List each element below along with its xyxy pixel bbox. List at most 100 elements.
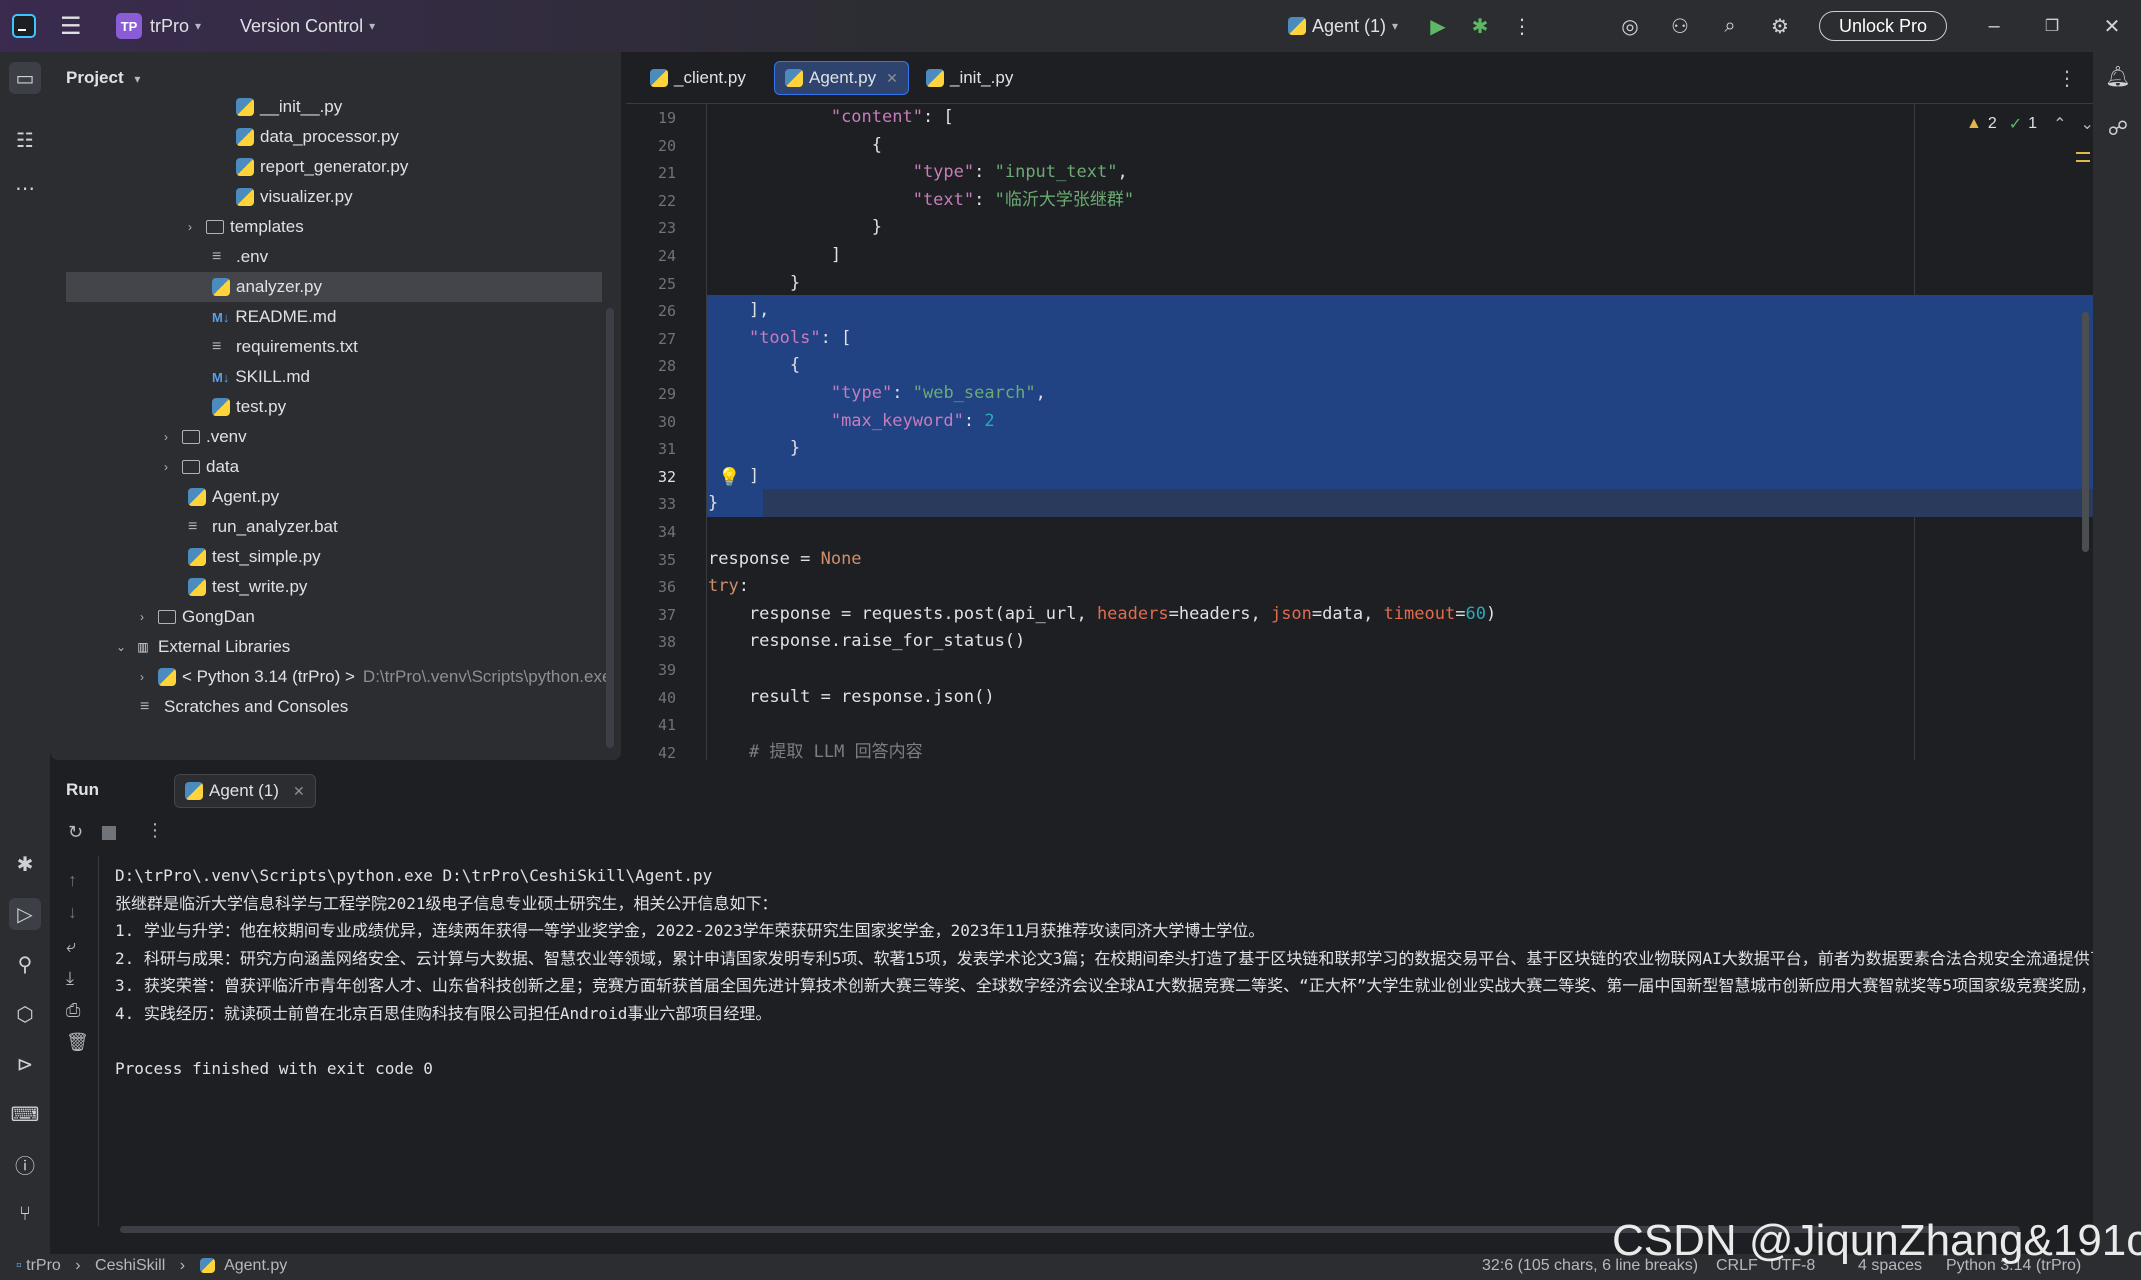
debug-icon[interactable]: ✱	[1466, 12, 1494, 40]
scroll-up-icon[interactable]: ↑	[68, 870, 77, 891]
tree-item-venv[interactable]: › .venv	[164, 422, 247, 452]
line-number[interactable]: 20	[646, 136, 676, 156]
terminal-icon[interactable]: ⌨	[9, 1098, 41, 1130]
tree-item-test[interactable]: test.py	[212, 392, 286, 422]
tabs-more-icon[interactable]: ⋮	[2057, 66, 2077, 91]
minimize-icon[interactable]: –	[1980, 12, 2008, 40]
code-line-35[interactable]: response = None	[708, 546, 862, 574]
line-number[interactable]: 42	[646, 743, 676, 760]
settings-gear-icon[interactable]: ⚙	[1766, 12, 1794, 40]
unlock-pro-button[interactable]: Unlock Pro	[1819, 11, 1947, 41]
line-number[interactable]: 31	[646, 439, 676, 459]
code-line-29[interactable]: "type": "web_search",	[708, 380, 1046, 408]
tree-item-data-processor[interactable]: data_processor.py	[236, 122, 399, 152]
tree-item-report-generator[interactable]: report_generator.py	[236, 152, 408, 182]
code-line-19[interactable]: "content": [	[708, 104, 954, 132]
scroll-to-end-icon[interactable]: ⤓	[66, 968, 74, 989]
line-number[interactable]: 32	[646, 467, 676, 487]
line-number[interactable]: 24	[646, 246, 676, 266]
line-number[interactable]: 29	[646, 384, 676, 404]
line-number[interactable]: 22	[646, 191, 676, 211]
notifications-bell-icon[interactable]: 🔔︎	[2102, 60, 2134, 92]
tree-item-skill-md[interactable]: M↓ SKILL.md	[212, 362, 310, 392]
ai-assistant-icon[interactable]: ◎	[1616, 12, 1644, 40]
intention-bulb-icon[interactable]: 💡	[718, 467, 740, 488]
close-tab-icon[interactable]: ✕	[293, 783, 305, 800]
maximize-icon[interactable]: ❐	[2038, 12, 2066, 40]
code-line-20[interactable]: {	[708, 132, 882, 160]
code-line-30[interactable]: "max_keyword": 2	[708, 408, 995, 436]
python-console-icon[interactable]: ⊳	[9, 1048, 41, 1080]
tree-item-run-analyzer[interactable]: ≡ run_analyzer.bat	[188, 512, 338, 542]
code-line-25[interactable]: }	[708, 270, 800, 298]
line-number[interactable]: 41	[646, 715, 676, 735]
tree-item-data[interactable]: › data	[164, 452, 239, 482]
run-config-selector[interactable]: Agent (1) ▾	[1288, 0, 1398, 52]
tab-init[interactable]: _init_.py	[916, 61, 1023, 95]
warning-marker[interactable]	[2076, 160, 2090, 162]
code-line-27[interactable]: "tools": [	[708, 325, 851, 353]
line-number[interactable]: 30	[646, 412, 676, 432]
tree-item-agent[interactable]: Agent.py	[188, 482, 279, 512]
app-logo-icon[interactable]	[12, 0, 36, 52]
line-number[interactable]: 37	[646, 605, 676, 625]
inspection-widget[interactable]: ▲ 2 ✓ 1 ⌃ ⌄	[1966, 114, 2093, 134]
trash-icon[interactable]: 🗑︎	[66, 1032, 89, 1053]
code-line-37[interactable]: response = requests.post(api_url, header…	[708, 601, 1496, 629]
tree-item-scratches[interactable]: ≡ Scratches and Consoles	[140, 692, 348, 722]
ai-chat-icon[interactable]: ☍	[2102, 112, 2134, 144]
git-branch-icon[interactable]: ⑂	[9, 1198, 41, 1230]
line-number[interactable]: 23	[646, 218, 676, 238]
tree-item-requirements[interactable]: ≡ requirements.txt	[212, 332, 358, 362]
chevron-down-icon[interactable]: ⌄	[2080, 114, 2093, 134]
vcs-menu[interactable]: Version Control ▾	[240, 0, 375, 52]
rerun-icon[interactable]: ↻	[68, 822, 83, 843]
code-line-42[interactable]: # 提取 LLM 回答内容	[708, 739, 923, 760]
line-number[interactable]: 33	[646, 494, 676, 514]
add-user-icon[interactable]: ⚇	[1666, 12, 1694, 40]
main-menu-icon[interactable]: ☰	[60, 0, 82, 52]
line-number[interactable]: 35	[646, 550, 676, 570]
line-number[interactable]: 38	[646, 632, 676, 652]
code-line-21[interactable]: "type": "input_text",	[708, 159, 1128, 187]
run-tool-icon[interactable]: ▷	[9, 898, 41, 930]
code-line-24[interactable]: ]	[708, 242, 841, 270]
chevron-up-icon[interactable]: ⌃	[2053, 114, 2066, 134]
stop-icon[interactable]	[102, 826, 116, 840]
tree-item-gongdan[interactable]: › GongDan	[140, 602, 255, 632]
tree-item-visualizer[interactable]: visualizer.py	[236, 182, 353, 212]
soft-wrap-icon[interactable]: ⤶	[66, 936, 76, 957]
line-number[interactable]: 21	[646, 163, 676, 183]
tree-item-test-simple[interactable]: test_simple.py	[188, 542, 321, 572]
python-packages-icon[interactable]: ⚲	[9, 948, 41, 980]
tree-item-init[interactable]: __init__.py	[236, 92, 342, 122]
line-number[interactable]: 39	[646, 660, 676, 680]
line-number[interactable]: 28	[646, 356, 676, 376]
print-icon[interactable]: ⎙	[66, 1000, 80, 1021]
close-icon[interactable]: ✕	[2098, 12, 2126, 40]
code-line-28[interactable]: {	[708, 352, 800, 380]
project-panel-title[interactable]: Project ▾	[66, 68, 140, 88]
code-line-22[interactable]: "text": "临沂大学张继群"	[708, 187, 1134, 215]
run-icon[interactable]: ▶	[1424, 12, 1452, 40]
code-line-23[interactable]: }	[708, 214, 882, 242]
project-switcher[interactable]: TP trPro ▾	[116, 0, 201, 52]
run-tab-agent[interactable]: Agent (1) ✕	[174, 774, 316, 808]
search-icon[interactable]: ⌕	[1716, 12, 1744, 40]
structure-icon[interactable]: ☷	[9, 124, 41, 156]
tree-item-readme[interactable]: M↓ README.md	[212, 302, 336, 332]
debug-bug-icon[interactable]: ✱	[9, 848, 41, 880]
scroll-down-icon[interactable]: ↓	[68, 902, 77, 923]
more-tools-icon[interactable]: ⋯	[9, 172, 41, 204]
tab-client[interactable]: _client.py	[640, 61, 756, 95]
line-number[interactable]: 34	[646, 522, 676, 542]
breadcrumb-file[interactable]: Agent.py	[224, 1257, 287, 1274]
project-scrollbar[interactable]	[606, 308, 614, 748]
breadcrumb-project[interactable]: trPro	[26, 1257, 61, 1274]
project-folder-icon[interactable]: ▭	[9, 62, 41, 94]
line-number[interactable]: 26	[646, 301, 676, 321]
problems-icon[interactable]: ⓘ	[9, 1148, 41, 1180]
more-vertical-icon[interactable]: ⋮	[146, 820, 164, 841]
warning-marker[interactable]	[2076, 152, 2090, 154]
tree-item-python-sdk[interactable]: › < Python 3.14 (trPro) > D:\trPro\.venv\S…	[140, 662, 611, 692]
